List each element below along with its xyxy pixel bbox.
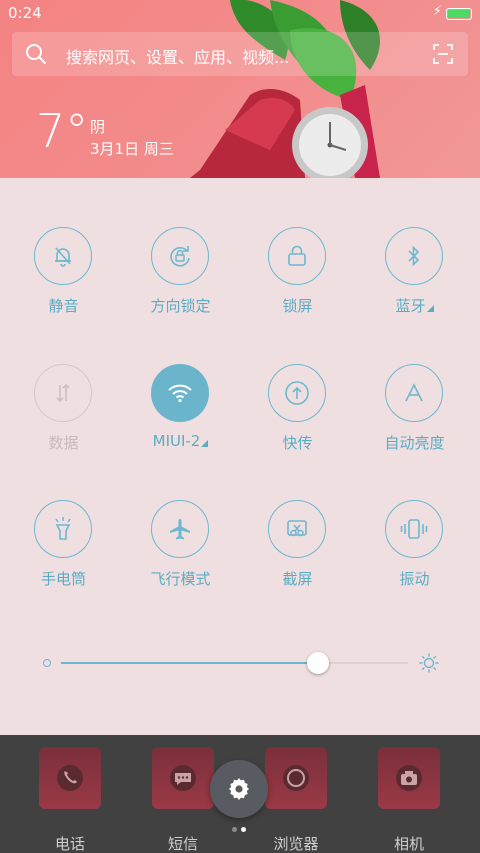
browser-icon [265, 747, 327, 809]
bolt-icon: ⚡ [432, 4, 442, 19]
app-label: 浏览器 [273, 835, 319, 853]
bell-off-icon [34, 227, 92, 285]
date-label: 3月1日 周三 [90, 140, 174, 158]
toggle-label: 截屏 [282, 570, 313, 588]
toggle-label: 振动 [399, 570, 430, 588]
brightness-low-icon [43, 659, 51, 667]
lock-icon [268, 227, 326, 285]
clock: 0:24 [8, 4, 42, 22]
app-messages[interactable]: 短信 [152, 747, 214, 853]
toggle-label: 自动亮度 [384, 434, 445, 452]
slider-knob[interactable] [306, 652, 329, 674]
toggle-label: 快传 [282, 434, 313, 452]
app-label: 相机 [393, 835, 424, 853]
brightness-slider[interactable] [0, 645, 480, 681]
toggle-label: 方向锁定 [150, 297, 211, 315]
slider-fill [61, 662, 318, 664]
search-bar[interactable]: 搜索网页、设置、应用、视频... [12, 32, 468, 76]
screenshot-icon [268, 500, 326, 558]
share-upload-icon [268, 364, 326, 422]
phone-icon [39, 747, 101, 809]
status-bar: 0:24 ⚡ [0, 0, 480, 28]
wifi-icon [151, 364, 209, 422]
brightness-high-icon [419, 653, 439, 673]
slider-track[interactable] [61, 662, 408, 664]
settings-button[interactable] [210, 760, 268, 818]
search-placeholder: 搜索网页、设置、应用、视频... [66, 48, 290, 67]
app-browser[interactable]: 浏览器 [265, 747, 327, 853]
page-indicator [232, 827, 252, 833]
app-camera[interactable]: 相机 [378, 747, 440, 853]
mobile-data-icon [34, 364, 92, 422]
temperature: 7° [36, 104, 89, 158]
vibrate-icon [385, 500, 443, 558]
toggle-label: 蓝牙 [356, 295, 473, 316]
app-label: 短信 [167, 835, 198, 853]
weather-condition: 阴 [90, 118, 106, 136]
toggle-label: 手电筒 [40, 570, 86, 588]
message-icon [152, 747, 214, 809]
toggle-label: 锁屏 [282, 297, 313, 315]
auto-brightness-icon [385, 364, 443, 422]
airplane-icon [151, 500, 209, 558]
app-label: 电话 [54, 835, 85, 853]
scan-icon[interactable] [432, 43, 454, 65]
battery-icon [446, 8, 472, 20]
search-icon [26, 44, 46, 64]
notification-header: 0:24 ⚡ 搜索网页、设置、应用、视频... 7° 阴 3月1日 周三 [0, 0, 480, 178]
gear-icon [228, 777, 250, 801]
toggle-label: 数据 [48, 434, 79, 452]
flashlight-icon [34, 500, 92, 558]
toggle-label: 飞行模式 [150, 570, 211, 588]
camera-icon [378, 747, 440, 809]
bluetooth-icon [385, 227, 443, 285]
toggle-label: 静音 [48, 297, 79, 315]
page-dot [241, 827, 246, 832]
rotation-lock-icon [151, 227, 209, 285]
app-phone[interactable]: 电话 [39, 747, 101, 853]
toggle-label: MIUI-2 [122, 432, 239, 450]
page-dot [232, 827, 237, 832]
